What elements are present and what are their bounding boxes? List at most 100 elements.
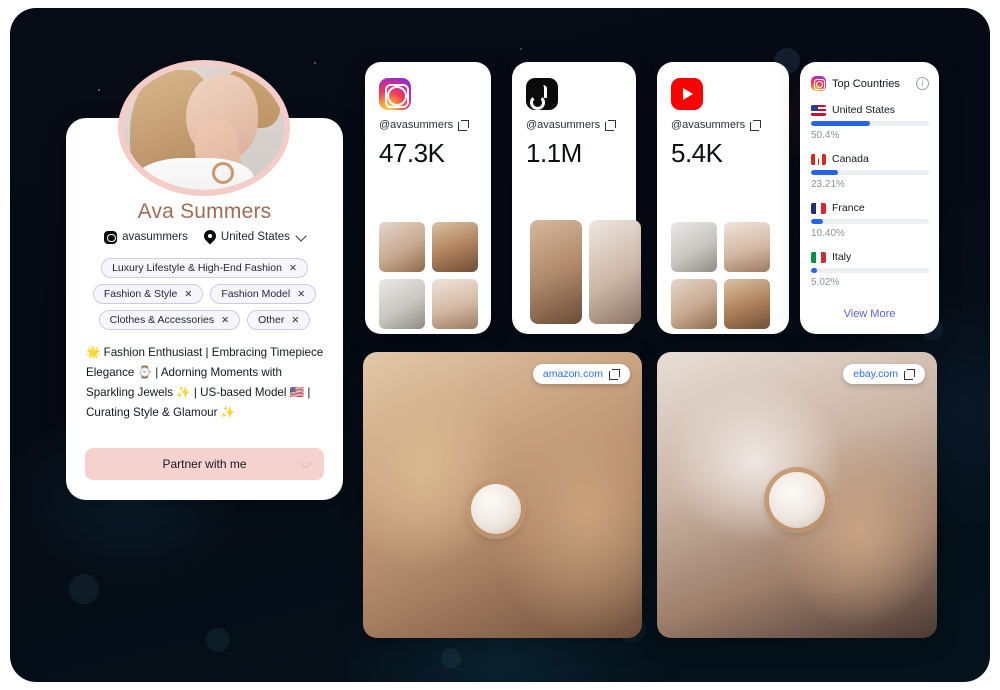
follower-count: 1.1M <box>526 138 582 168</box>
external-link-icon <box>458 119 470 131</box>
bokeh-dot <box>441 648 462 669</box>
chevron-down-icon <box>300 456 312 469</box>
watch-graphic <box>769 472 825 528</box>
social-card-youtube: @avasummers 5.4K <box>657 62 789 334</box>
video-thumbnail[interactable] <box>530 220 582 324</box>
country-name: France <box>832 202 865 214</box>
external-link-icon <box>750 119 762 131</box>
profile-handle[interactable]: avasummers <box>104 230 188 244</box>
tag-chip[interactable]: Clothes & Accessories ✕ <box>98 310 241 330</box>
tag-chip[interactable]: Fashion Model ✕ <box>210 284 317 304</box>
flag-icon-france <box>811 202 826 214</box>
chevron-down-icon <box>295 229 307 242</box>
country-row: France 10.40% <box>811 202 929 239</box>
video-thumbnail[interactable] <box>671 279 717 329</box>
tag-label: Luxury Lifestyle & High-End Fashion <box>112 262 282 274</box>
country-name: Canada <box>832 153 869 165</box>
tag-chip[interactable]: Other ✕ <box>247 310 311 330</box>
partner-with-me-button[interactable]: Partner with me <box>85 448 324 480</box>
top-countries-title: Top Countries <box>832 77 900 90</box>
handle-label: @avasummers <box>379 119 454 131</box>
country-list: United States 50.4% Canada 23.21% France… <box>811 104 929 300</box>
post-thumbnail[interactable] <box>432 222 478 272</box>
country-progress-fill <box>811 121 871 126</box>
country-row: Italy 5.02% <box>811 251 929 288</box>
country-name-row: Italy <box>811 251 929 263</box>
post-thumbnail[interactable] <box>432 279 478 329</box>
info-icon[interactable]: i <box>916 77 929 90</box>
instagram-thumbnail-grid <box>379 222 478 329</box>
close-icon[interactable]: ✕ <box>291 315 299 326</box>
country-percent: 5.02% <box>811 277 840 288</box>
flag-icon-canada <box>811 153 826 165</box>
star-speck <box>313 61 316 64</box>
video-thumbnail[interactable] <box>671 222 717 272</box>
tiktok-handle-link[interactable]: @avasummers <box>526 119 617 131</box>
tiktok-icon <box>526 78 558 110</box>
post-thumbnail[interactable] <box>379 222 425 272</box>
bokeh-dot <box>206 628 230 653</box>
instagram-handle-link[interactable]: @avasummers <box>379 119 470 131</box>
instagram-glyph-icon <box>104 230 118 244</box>
close-icon[interactable]: ✕ <box>221 315 229 326</box>
video-thumbnail[interactable] <box>724 279 770 329</box>
country-name: United States <box>832 104 896 116</box>
tiktok-note-glyph <box>530 85 547 110</box>
instagram-icon <box>811 76 826 91</box>
map-pin-icon <box>204 230 216 244</box>
country-name-row: France <box>811 202 929 214</box>
handle-label: @avasummers <box>671 119 746 131</box>
video-thumbnail[interactable] <box>589 220 641 324</box>
source-badge-ebay[interactable]: ebay.com <box>843 364 925 384</box>
bokeh-dot <box>68 574 99 605</box>
view-more-link[interactable]: View More <box>800 308 939 320</box>
country-progress-track <box>811 268 929 273</box>
avatar-watch <box>212 162 234 184</box>
country-name-row: United States <box>811 104 929 116</box>
star-speck <box>519 48 522 51</box>
page-title: Ava Summers <box>137 200 272 223</box>
product-image-ebay[interactable]: ebay.com <box>657 352 937 638</box>
post-thumbnail[interactable] <box>379 279 425 329</box>
screenshot-root: Ava Summers avasummers United States Lux… <box>0 0 1000 690</box>
external-link-icon <box>605 119 617 131</box>
video-thumbnail[interactable] <box>724 222 770 272</box>
avatar <box>118 60 290 196</box>
country-progress-fill <box>811 219 824 224</box>
youtube-icon <box>671 78 703 110</box>
social-card-instagram: @avasummers 47.3K <box>365 62 491 334</box>
profile-handle-label: avasummers <box>122 231 188 243</box>
profile-meta: avasummers United States <box>66 229 343 244</box>
source-badge-label: amazon.com <box>542 368 603 380</box>
country-percent: 23.21% <box>811 179 845 190</box>
social-card-tiktok: @avasummers 1.1M <box>512 62 641 334</box>
tag-label: Other <box>258 314 285 326</box>
country-name-row: Canada <box>811 153 929 165</box>
youtube-handle-link[interactable]: @avasummers <box>671 119 762 131</box>
partner-button-label: Partner with me <box>162 457 247 471</box>
tag-label: Clothes & Accessories <box>109 314 215 326</box>
flag-icon-italy <box>811 251 826 263</box>
tag-chip[interactable]: Luxury Lifestyle & High-End Fashion ✕ <box>101 258 308 278</box>
top-countries-header: Top Countries i <box>811 76 929 91</box>
country-percent: 50.4% <box>811 130 840 141</box>
profile-bio: 🌟 Fashion Enthusiast | Embracing Timepie… <box>86 346 324 419</box>
watch-graphic <box>471 484 521 534</box>
location-selector[interactable]: United States <box>204 229 307 244</box>
country-progress-track <box>811 121 929 126</box>
tag-chip[interactable]: Fashion & Style ✕ <box>92 284 204 304</box>
close-icon[interactable]: ✕ <box>289 263 297 274</box>
close-icon[interactable]: ✕ <box>297 289 305 300</box>
star-speck <box>98 88 101 91</box>
product-image-amazon[interactable]: amazon.com <box>363 352 642 638</box>
tag-label: Fashion & Style <box>103 288 178 300</box>
tag-list: Luxury Lifestyle & High-End Fashion ✕ Fa… <box>78 258 331 330</box>
follower-count: 5.4K <box>671 138 723 168</box>
flag-icon-united-states <box>811 104 826 116</box>
source-badge-amazon[interactable]: amazon.com <box>532 364 630 384</box>
external-link-icon <box>904 368 915 380</box>
country-progress-track <box>811 170 929 175</box>
close-icon[interactable]: ✕ <box>184 289 192 300</box>
handle-label: @avasummers <box>526 119 601 131</box>
external-link-icon <box>609 368 620 380</box>
